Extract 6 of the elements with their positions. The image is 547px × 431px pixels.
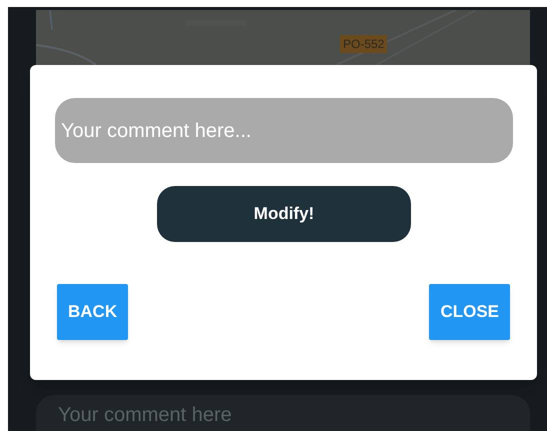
comment-field[interactable]: Your comment here [36,395,530,431]
close-button[interactable]: CLOSE [429,284,510,340]
map-marker-label: PO-552 [340,35,388,53]
comment-field[interactable]: Your comment here... [55,98,513,163]
back-button[interactable]: BACK [57,284,128,340]
modify-button[interactable]: Modify! [157,186,411,242]
